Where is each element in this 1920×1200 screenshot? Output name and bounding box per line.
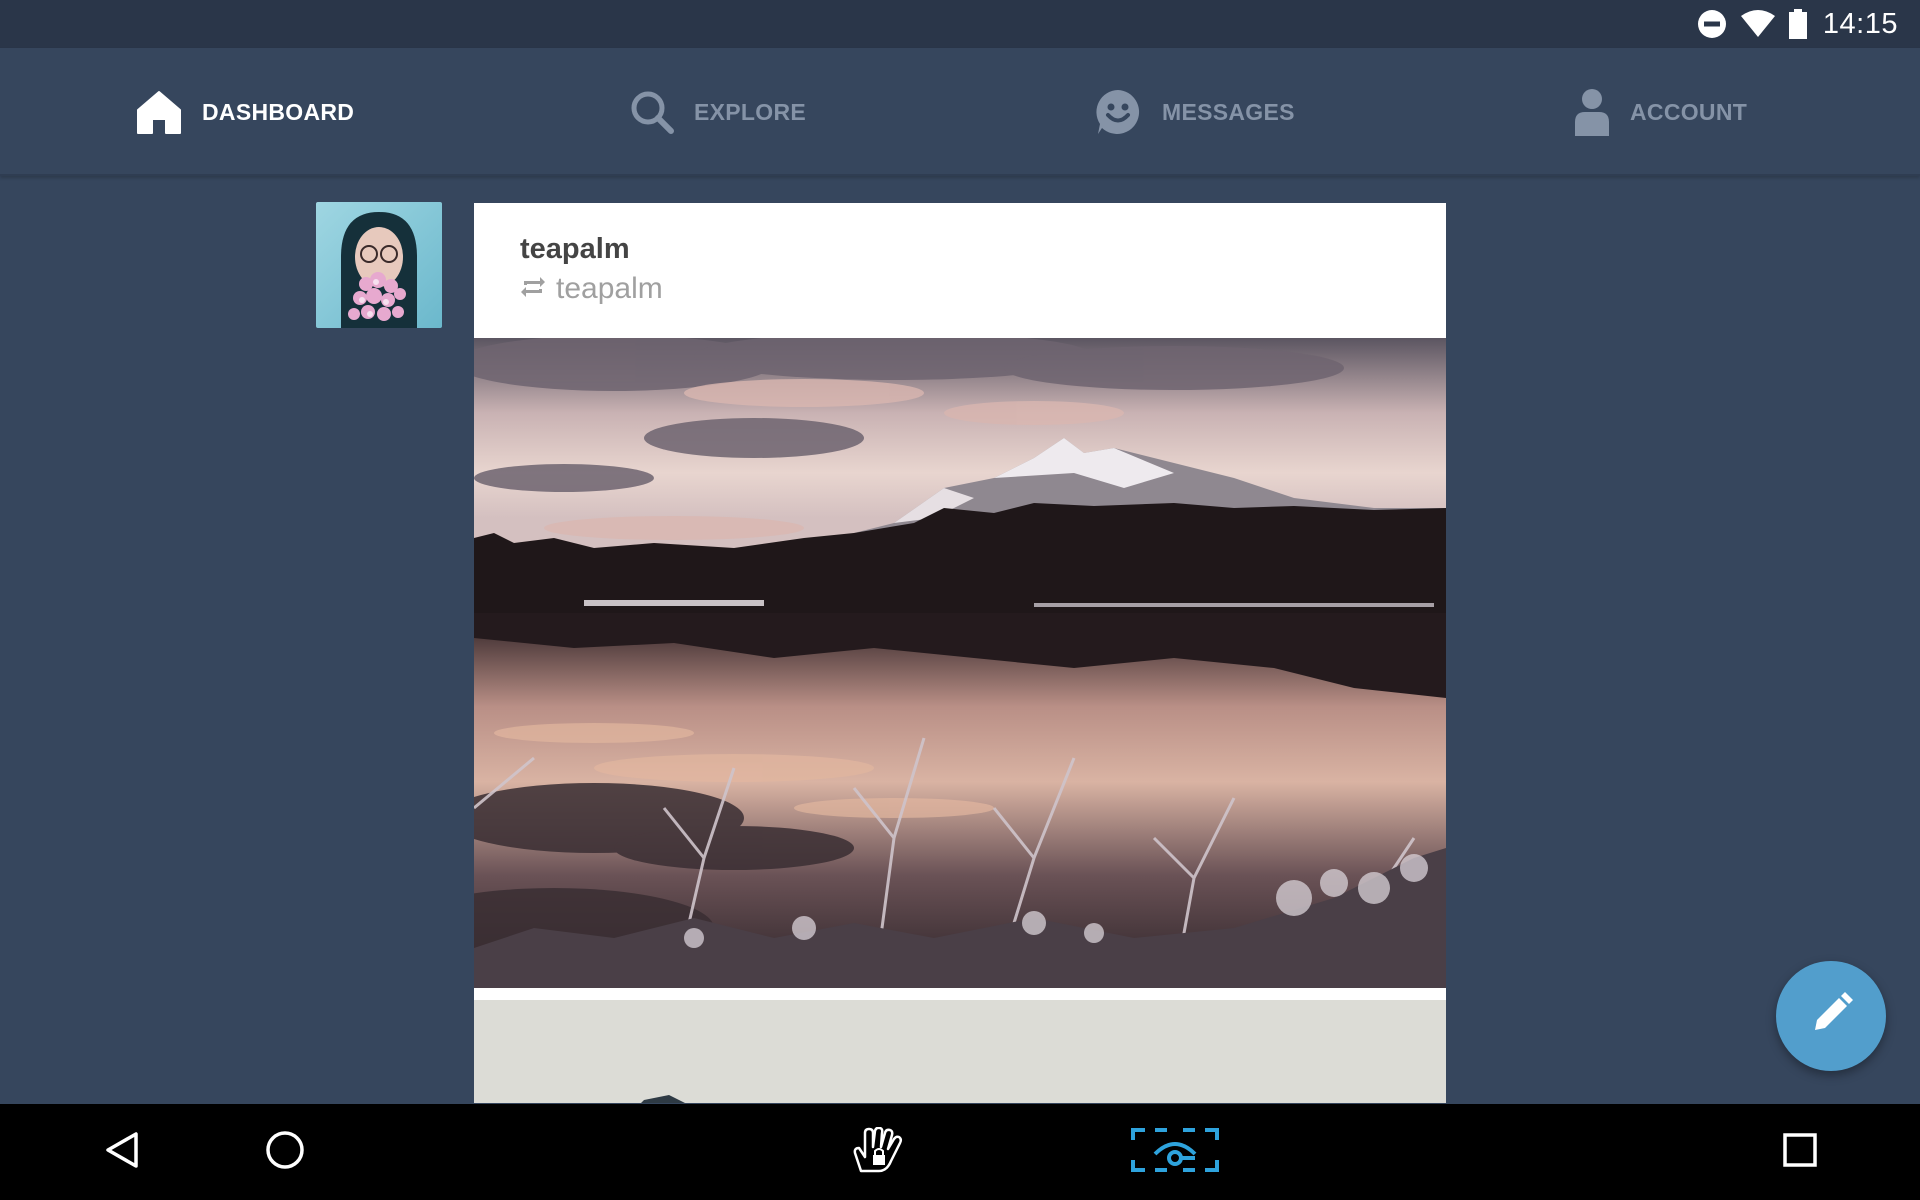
pencil-icon bbox=[1807, 990, 1855, 1043]
person-icon bbox=[1574, 88, 1610, 136]
recents-icon bbox=[1783, 1132, 1817, 1172]
post-card: teapalm teapalm bbox=[474, 203, 1446, 1103]
back-icon bbox=[105, 1131, 139, 1174]
battery-icon bbox=[1788, 9, 1807, 39]
status-time: 14:15 bbox=[1822, 7, 1898, 40]
home-circle-icon bbox=[265, 1130, 305, 1175]
reblog-icon bbox=[520, 275, 546, 304]
screen-capture-button[interactable] bbox=[1130, 1104, 1220, 1200]
tab-account-label: ACCOUNT bbox=[1630, 98, 1748, 125]
tab-messages[interactable]: MESSAGES bbox=[1094, 48, 1295, 176]
avatar[interactable] bbox=[316, 202, 442, 328]
screen-capture-icon bbox=[1131, 1127, 1219, 1177]
system-nav-bar bbox=[0, 1104, 1920, 1200]
reblog-row: teapalm bbox=[520, 272, 1446, 306]
tab-messages-label: MESSAGES bbox=[1162, 98, 1295, 125]
status-bar: 14:15 bbox=[0, 0, 1920, 48]
touch-lock-button[interactable] bbox=[850, 1104, 910, 1200]
tab-account[interactable]: ACCOUNT bbox=[1574, 48, 1747, 176]
tab-explore-label: EXPLORE bbox=[694, 98, 807, 125]
wifi-icon bbox=[1740, 10, 1775, 38]
tab-dashboard[interactable]: DASHBOARD bbox=[136, 48, 354, 176]
compose-button[interactable] bbox=[1776, 961, 1886, 1071]
home-button[interactable] bbox=[260, 1104, 310, 1200]
photo-divider bbox=[474, 988, 1446, 1000]
reblog-source[interactable]: teapalm bbox=[556, 272, 663, 306]
top-nav: DASHBOARD EXPLORE MESSAGES ACCOUNT bbox=[0, 48, 1920, 176]
home-icon bbox=[136, 89, 182, 135]
mountain-lake-sunset-photo[interactable] bbox=[474, 332, 1446, 989]
back-button[interactable] bbox=[92, 1104, 152, 1200]
tab-dashboard-label: DASHBOARD bbox=[202, 98, 355, 125]
search-icon bbox=[630, 90, 674, 134]
do-not-disturb-icon bbox=[1697, 9, 1727, 39]
second-photo-partial[interactable] bbox=[474, 1000, 1446, 1103]
post-author[interactable]: teapalm bbox=[520, 233, 1446, 266]
post-header: teapalm teapalm bbox=[474, 203, 1446, 338]
touch-lock-icon bbox=[851, 1126, 909, 1178]
recents-button[interactable] bbox=[1780, 1104, 1820, 1200]
tab-explore[interactable]: EXPLORE bbox=[630, 48, 806, 176]
smiley-chat-icon bbox=[1094, 88, 1142, 136]
